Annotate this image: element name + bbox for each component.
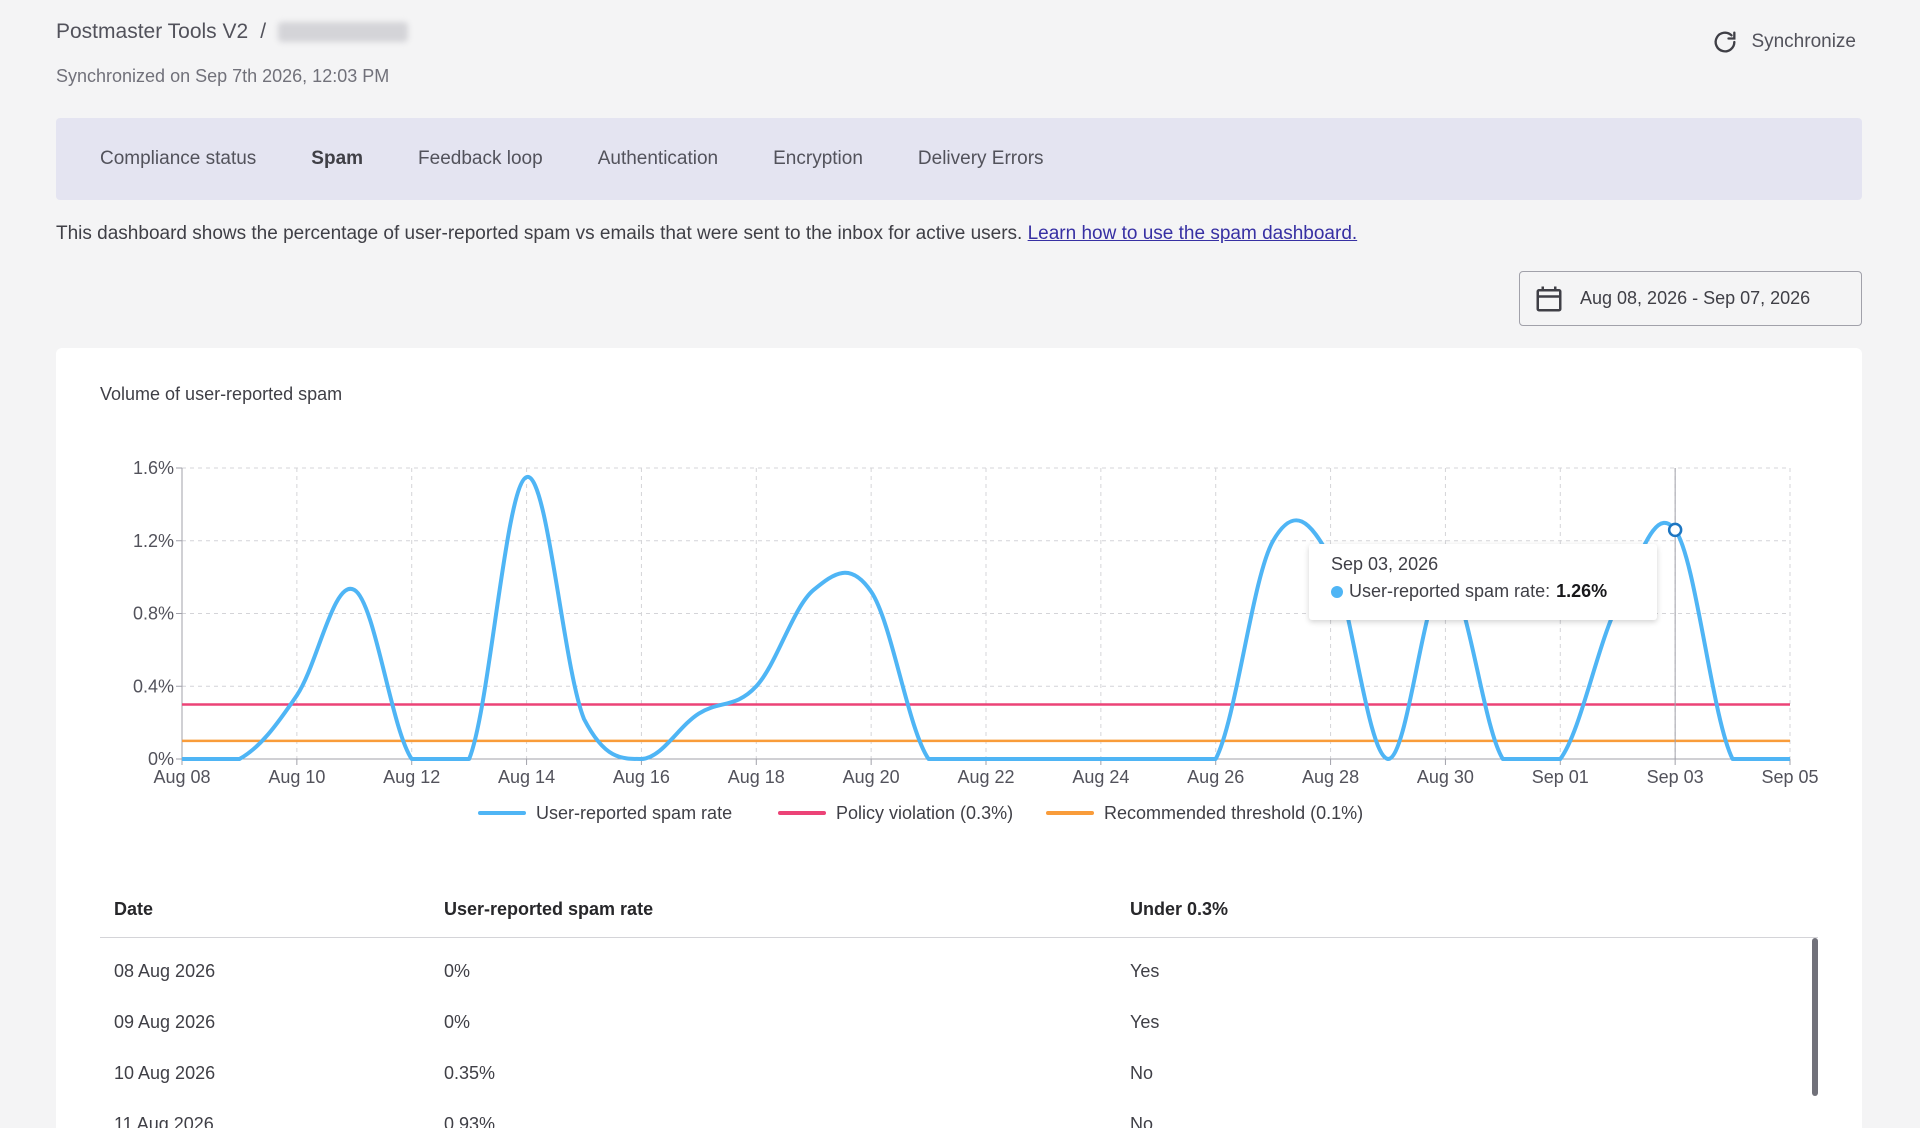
blurred-domain xyxy=(278,22,409,42)
x-tick-label: Aug 16 xyxy=(613,767,670,787)
tooltip-series-label: User-reported spam rate: xyxy=(1349,581,1551,601)
cell-date: 08 Aug 2026 xyxy=(114,961,216,981)
y-tick-label: 0.4% xyxy=(133,676,174,696)
synchronize-button[interactable]: Synchronize xyxy=(1711,28,1856,56)
legend-label: Policy violation (0.3%) xyxy=(836,803,1013,823)
y-tick-label: 0.8% xyxy=(133,604,174,624)
table-row: 09 Aug 2026 0% Yes xyxy=(100,997,1818,1048)
hover-marker xyxy=(1667,522,1683,538)
tooltip-series-dot xyxy=(1331,585,1343,598)
synchronize-label: Synchronize xyxy=(1751,31,1856,52)
x-tick-label: Aug 18 xyxy=(728,767,785,787)
tab-feedback-loop[interactable]: Feedback loop xyxy=(418,148,543,170)
tooltip-value: 1.26% xyxy=(1556,581,1608,601)
tab-compliance-status[interactable]: Compliance status xyxy=(100,148,256,170)
dashboard-description: This dashboard shows the percentage of u… xyxy=(56,223,1357,245)
cell-under: No xyxy=(1130,1063,1154,1083)
chart-tooltip: Sep 03, 2026 User-reported spam rate: 1.… xyxy=(1309,544,1657,620)
cell-under: Yes xyxy=(1130,1012,1160,1032)
header-under-threshold[interactable]: Under 0.3% xyxy=(1130,899,1818,920)
table-row: 11 Aug 2026 0.93% No xyxy=(100,1099,1818,1128)
x-tick-label: Aug 24 xyxy=(1072,767,1129,787)
x-tick-label: Sep 05 xyxy=(1761,767,1818,787)
cell-rate: 0% xyxy=(444,961,471,981)
x-tick-label: Aug 30 xyxy=(1417,767,1474,787)
spam-chart-card: Volume of user-reported spam Aug 08 Aug 1… xyxy=(56,348,1862,1128)
x-tick-label: Aug 26 xyxy=(1187,767,1244,787)
x-tick-label: Sep 03 xyxy=(1647,767,1704,787)
cell-under: Yes xyxy=(1130,961,1160,981)
cell-rate: 0.35% xyxy=(444,1063,496,1083)
date-range-picker[interactable]: Aug 08, 2026 - Sep 07, 2026 xyxy=(1519,271,1862,326)
tooltip-date: Sep 03, 2026 xyxy=(1331,554,1439,574)
tab-authentication[interactable]: Authentication xyxy=(598,148,718,170)
table-header: Date User-reported spam rate Under 0.3% xyxy=(100,882,1818,938)
x-tick-label: Aug 12 xyxy=(383,767,440,787)
table-row: 08 Aug 2026 0% Yes xyxy=(100,946,1818,997)
description-text: This dashboard shows the percentage of u… xyxy=(56,223,1028,244)
legend-label: User-reported spam rate xyxy=(536,803,732,823)
y-tick-label: 1.6% xyxy=(133,458,174,478)
x-tick-label: Sep 01 xyxy=(1532,767,1589,787)
header-date[interactable]: Date xyxy=(100,899,444,920)
table-scrollbar[interactable] xyxy=(1812,938,1818,1096)
learn-more-link[interactable]: Learn how to use the spam dashboard. xyxy=(1028,223,1358,244)
cell-rate: 0.93% xyxy=(444,1114,496,1128)
tab-bar: Compliance status Spam Feedback loop Aut… xyxy=(56,118,1862,200)
sync-time: Synchronized on Sep 7th 2026, 12:03 PM xyxy=(56,66,390,86)
spam-table: Date User-reported spam rate Under 0.3% … xyxy=(100,882,1818,1128)
cell-date: 11 Aug 2026 xyxy=(114,1114,214,1128)
legend-label: Recommended threshold (0.1%) xyxy=(1104,803,1363,823)
y-tick-label: 1.2% xyxy=(133,531,174,551)
breadcrumb: Postmaster Tools V2 / xyxy=(56,20,409,44)
tab-delivery-errors[interactable]: Delivery Errors xyxy=(918,148,1044,170)
x-tick-label: Aug 14 xyxy=(498,767,555,787)
app-title[interactable]: Postmaster Tools V2 xyxy=(56,20,248,44)
header-spam-rate[interactable]: User-reported spam rate xyxy=(444,899,1130,920)
x-tick-label: Aug 20 xyxy=(843,767,900,787)
cell-date: 09 Aug 2026 xyxy=(114,1012,216,1032)
tab-encryption[interactable]: Encryption xyxy=(773,148,863,170)
date-range-value: Aug 08, 2026 - Sep 07, 2026 xyxy=(1580,288,1811,308)
x-tick-label: Aug 08 xyxy=(153,767,210,787)
y-tick-label: 0% xyxy=(148,749,174,769)
x-tick-label: Aug 10 xyxy=(268,767,325,787)
refresh-icon xyxy=(1714,31,1736,53)
table-row: 10 Aug 2026 0.35% No xyxy=(100,1048,1818,1099)
tab-spam[interactable]: Spam xyxy=(311,148,363,170)
breadcrumb-separator: / xyxy=(260,20,267,43)
x-tick-label: Aug 22 xyxy=(957,767,1014,787)
cell-date: 10 Aug 2026 xyxy=(114,1063,216,1083)
cell-under: No xyxy=(1130,1114,1154,1128)
table-body: 08 Aug 2026 0% Yes 09 Aug 2026 0% Yes 10… xyxy=(100,938,1818,1128)
x-tick-label: Aug 28 xyxy=(1302,767,1359,787)
cell-rate: 0% xyxy=(444,1012,471,1032)
calendar-icon xyxy=(1536,286,1562,311)
